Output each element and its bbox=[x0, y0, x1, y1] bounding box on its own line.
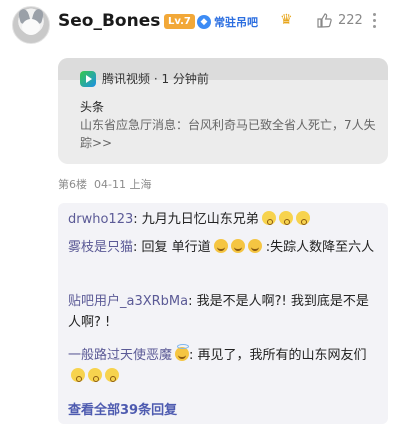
emoji-icon bbox=[213, 239, 228, 253]
emoji-icon bbox=[295, 211, 310, 225]
reply-author[interactable]: drwho123 bbox=[68, 212, 133, 227]
post-meta: 第6楼 04-11 上海 bbox=[58, 176, 151, 192]
reply-text: :失踪人数降至六人 bbox=[261, 240, 375, 255]
card-source: 腾讯视频 · 1 分钟前 bbox=[80, 70, 209, 87]
emoji-icon bbox=[105, 368, 119, 382]
reply-author[interactable]: 雾枝是只猫 bbox=[68, 240, 133, 255]
more-options-icon[interactable] bbox=[373, 13, 377, 31]
reply-text: 再见了，我所有的山东网友们 bbox=[197, 348, 367, 363]
reply-item[interactable]: drwho123: 九月九日忆山东兄弟 bbox=[68, 209, 380, 230]
username[interactable]: Seo_Bones bbox=[58, 11, 160, 31]
emoji-icon bbox=[230, 239, 245, 253]
thumbs-up-icon bbox=[316, 12, 332, 28]
card-headline: 山东省应急厅消息：台风利奇马已致全省人死亡，7人失踪>> bbox=[80, 118, 376, 150]
post-date: 04-11 bbox=[94, 178, 126, 191]
tencent-video-icon bbox=[80, 70, 96, 87]
like-count: 222 bbox=[338, 12, 363, 28]
post-location: 上海 bbox=[129, 178, 152, 191]
card-kicker: 头条 bbox=[80, 100, 105, 114]
avatar[interactable] bbox=[12, 6, 50, 44]
emoji-icon bbox=[261, 211, 276, 225]
reply-item[interactable]: 贴吧用户_a3XRbMa: 我是不是人啊?! 我到底是不是人啊? ! bbox=[68, 291, 380, 333]
reply-item[interactable]: 一般路过天使恶魔: 再见了，我所有的山东网友们 bbox=[68, 344, 380, 387]
emoji-icon bbox=[71, 368, 85, 382]
shared-link-card[interactable]: 腾讯视频 · 1 分钟前 头条 山东省应急厅消息：台风利奇马已致全省人死亡，7人… bbox=[58, 58, 388, 164]
reply-text: 九月九日忆山东兄弟 bbox=[141, 212, 259, 227]
reply-text: 回复 单行道 bbox=[141, 240, 211, 255]
like-button[interactable]: 222 bbox=[316, 12, 363, 28]
card-body: 腾讯视频 · 1 分钟前 头条 山东省应急厅消息：台风利奇马已致全省人死亡，7人… bbox=[66, 58, 380, 164]
reply-item[interactable]: 雾枝是只猫: 回复 单行道 :失踪人数降至六人 bbox=[68, 237, 380, 258]
post-header: Seo_Bones Lv.7 ◆ 常驻吊吧 ♛ 222 bbox=[0, 0, 400, 50]
emoji-icon bbox=[88, 368, 102, 382]
emoji-icon bbox=[247, 239, 262, 253]
resident-badge-label: 常驻吊吧 bbox=[214, 15, 258, 29]
emoji-icon bbox=[278, 211, 293, 225]
diamond-icon: ◆ bbox=[197, 14, 211, 29]
resident-badge: ◆ 常驻吊吧 bbox=[197, 13, 258, 30]
angel-emoji-icon bbox=[175, 344, 190, 361]
floor-number: 第6楼 bbox=[58, 178, 87, 191]
level-badge: Lv.7 bbox=[164, 14, 195, 29]
reply-author[interactable]: 一般路过天使恶魔 bbox=[68, 348, 172, 363]
reply-author[interactable]: 贴吧用户_a3XRbMa bbox=[68, 294, 188, 309]
view-all-replies-link[interactable]: 查看全部39条回复 bbox=[68, 399, 177, 418]
reply-list: drwho123: 九月九日忆山东兄弟 雾枝是只猫: 回复 单行道 :失踪人数降… bbox=[58, 203, 388, 424]
avatar-face bbox=[22, 19, 40, 35]
card-source-text: 腾讯视频 · 1 分钟前 bbox=[102, 72, 209, 86]
crown-icon: ♛ bbox=[280, 12, 293, 28]
